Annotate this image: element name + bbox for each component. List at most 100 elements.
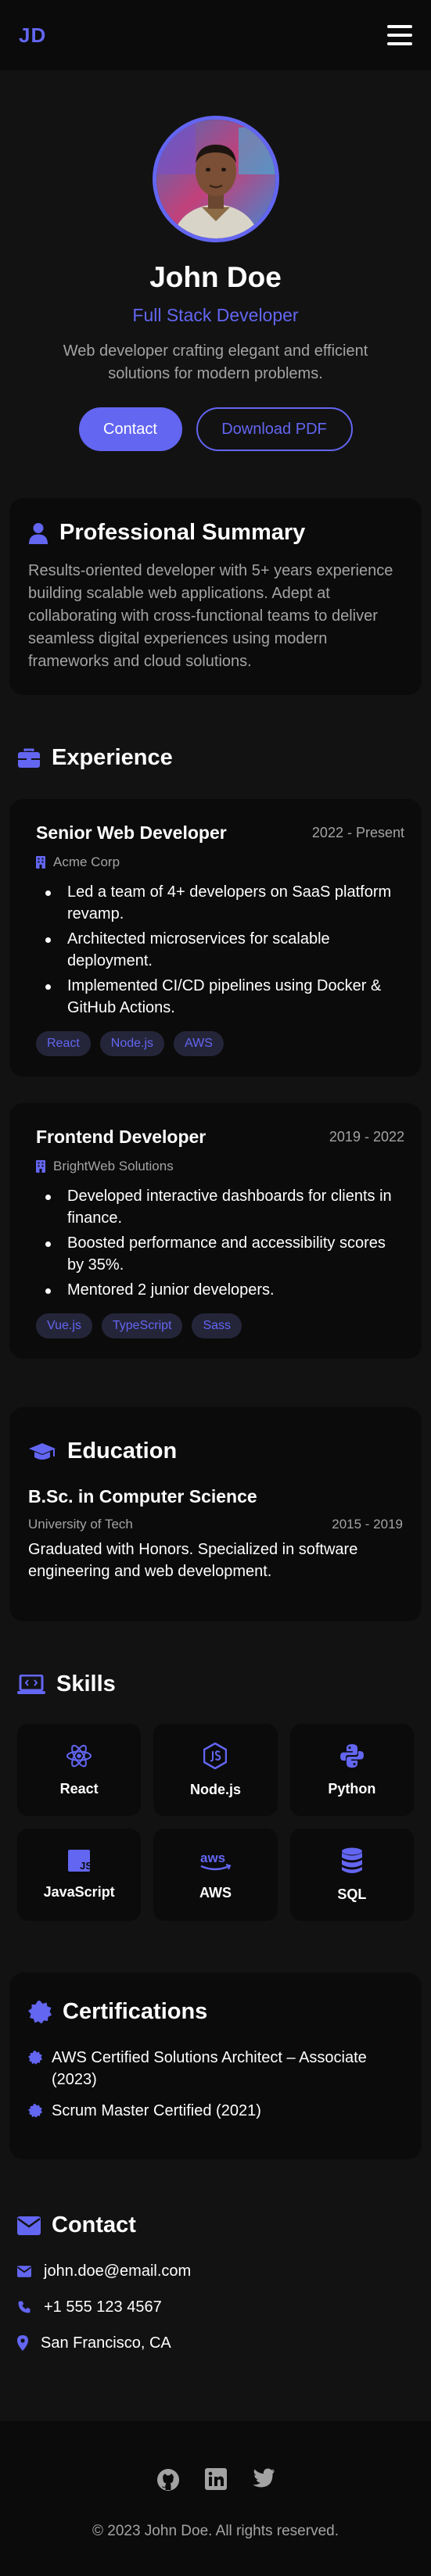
tech-tag: Sass (192, 1313, 242, 1338)
summary-text: Results-oriented developer with 5+ years… (28, 562, 393, 670)
github-icon[interactable] (156, 2468, 180, 2492)
job-dates: 2019 - 2022 (329, 1129, 404, 1145)
job-card: Senior Web Developer 2022 - Present Acme… (9, 799, 422, 1077)
phone-text[interactable]: +1 555 123 4567 (44, 2298, 162, 2316)
download-pdf-button[interactable]: Download PDF (196, 407, 353, 451)
certification-text: AWS Certified Solutions Architect – Asso… (52, 2049, 367, 2088)
skill-card-react: React (17, 1724, 142, 1816)
phone-icon (18, 2301, 31, 2313)
job-bullet: Led a team of 4+ developers on SaaS plat… (36, 881, 404, 925)
job-header: Senior Web Developer 2022 - Present (36, 822, 404, 844)
education-description: Graduated with Honors. Specialized in so… (28, 1541, 358, 1580)
job-dates: 2022 - Present (311, 825, 404, 840)
linkedin-icon[interactable] (204, 2468, 227, 2490)
summary-heading: Professional Summary (28, 520, 403, 546)
job-bullets: Developed interactive dashboards for cli… (36, 1185, 404, 1301)
react-icon (66, 1744, 92, 1767)
certifications-section: Certifications AWS Certified Solutions A… (9, 1972, 422, 2159)
skill-card-sql: SQL (289, 1829, 414, 1921)
laptop-code-icon (17, 1674, 45, 1694)
school-years: 2015 - 2019 (332, 1517, 403, 1532)
job-role: Full Stack Developer (132, 305, 299, 325)
education-title: Education (67, 1438, 178, 1464)
portfolio-page: JD John Doe Full Stack Developer Web dev… (0, 0, 431, 2576)
copyright: © 2023 John Doe. All rights reserved. (92, 2523, 339, 2539)
contact-phone[interactable]: +1 555 123 4567 (17, 2296, 414, 2318)
summary-title: Professional Summary (59, 520, 306, 545)
footer: © 2023 John Doe. All rights reserved. (0, 2421, 431, 2576)
job-title: Senior Web Developer (36, 822, 227, 843)
certification-item: Scrum Master Certified (2021) (28, 2100, 403, 2122)
job-bullet: Boosted performance and accessibility sc… (36, 1232, 404, 1276)
skill-name: SQL (337, 1886, 367, 1902)
job-header: Frontend Developer 2019 - 2022 (36, 1127, 404, 1148)
tech-tag: TypeScript (101, 1313, 183, 1338)
certification-text: Scrum Master Certified (2021) (52, 2102, 261, 2119)
experience-title: Experience (52, 745, 173, 770)
education-section: Education B.Sc. in Computer Science Univ… (9, 1407, 422, 1621)
aws-icon: aws (200, 1850, 232, 1870)
job-bullets: Led a team of 4+ developers on SaaS plat… (36, 881, 404, 1019)
company: BrightWeb Solutions (36, 1159, 404, 1174)
skill-name: React (59, 1780, 99, 1797)
email-text[interactable]: john.doe@email.com (44, 2263, 191, 2280)
tech-tags: Vue.js TypeScript Sass (36, 1313, 404, 1338)
contact-heading: Contact (17, 2212, 414, 2238)
job-card: Frontend Developer 2019 - 2022 BrightWeb… (9, 1103, 422, 1359)
envelope-icon (17, 2216, 41, 2235)
contact-email[interactable]: john.doe@email.com (17, 2260, 414, 2282)
skill-card-aws: aws AWS (153, 1829, 278, 1921)
user-icon (29, 522, 48, 544)
skill-name: JavaScript (43, 1883, 115, 1900)
person-name: John Doe (149, 261, 282, 293)
hero-actions: Contact Download PDF (0, 407, 431, 451)
certificate-badge-icon (28, 2051, 42, 2065)
building-icon (36, 1160, 45, 1173)
contact-list: john.doe@email.com +1 555 123 4567 San F… (17, 2260, 414, 2354)
hero-section: John Doe Full Stack Developer Web develo… (0, 70, 431, 451)
contact-location: San Francisco, CA (17, 2332, 414, 2354)
location-pin-icon (17, 2335, 28, 2351)
certificate-badge-icon (28, 2000, 52, 2023)
skill-card-javascript: JS JavaScript (17, 1829, 142, 1921)
school-row: University of Tech 2015 - 2019 (28, 1517, 403, 1532)
javascript-icon: JS (68, 1849, 91, 1872)
education-heading: Education (28, 1438, 403, 1464)
tech-tag: AWS (174, 1031, 224, 1056)
navbar: JD (0, 0, 431, 70)
tech-tag: Vue.js (36, 1313, 92, 1338)
certifications-heading: Certifications (28, 1999, 403, 2025)
svg-text:aws: aws (200, 1850, 225, 1865)
skills-title: Skills (56, 1671, 116, 1696)
school-name: University of Tech (28, 1517, 133, 1532)
nodejs-icon (203, 1742, 228, 1769)
skills-heading: Skills (0, 1671, 431, 1697)
avatar (152, 116, 279, 242)
job-bullet: Developed interactive dashboards for cli… (36, 1185, 404, 1229)
twitter-icon[interactable] (252, 2468, 275, 2488)
tagline: Web developer crafting elegant and effic… (63, 342, 368, 382)
summary-section: Professional Summary Results-oriented de… (9, 498, 422, 695)
degree: B.Sc. in Computer Science (28, 1486, 257, 1507)
graduation-cap-icon (29, 1442, 56, 1460)
certificate-badge-icon (28, 2104, 42, 2118)
skill-name: Node.js (189, 1781, 241, 1797)
database-icon (341, 1847, 362, 1873)
certifications-title: Certifications (63, 1999, 208, 2024)
python-icon (339, 1743, 364, 1768)
location-text: San Francisco, CA (41, 2334, 171, 2352)
logo[interactable]: JD (19, 23, 46, 48)
contact-title: Contact (52, 2212, 136, 2237)
experience-heading: Experience (0, 745, 431, 771)
hamburger-menu-icon[interactable] (387, 25, 412, 45)
building-icon (36, 856, 45, 869)
certification-list: AWS Certified Solutions Architect – Asso… (28, 2047, 403, 2122)
contact-button[interactable]: Contact (78, 407, 182, 451)
company-name: BrightWeb Solutions (53, 1159, 174, 1173)
social-links (0, 2468, 431, 2492)
skill-name: AWS (199, 1884, 232, 1901)
tech-tag: React (36, 1031, 91, 1056)
skill-card-nodejs: Node.js (153, 1724, 278, 1816)
job-bullet: Architected microservices for scalable d… (36, 928, 404, 972)
company: Acme Corp (36, 854, 404, 870)
